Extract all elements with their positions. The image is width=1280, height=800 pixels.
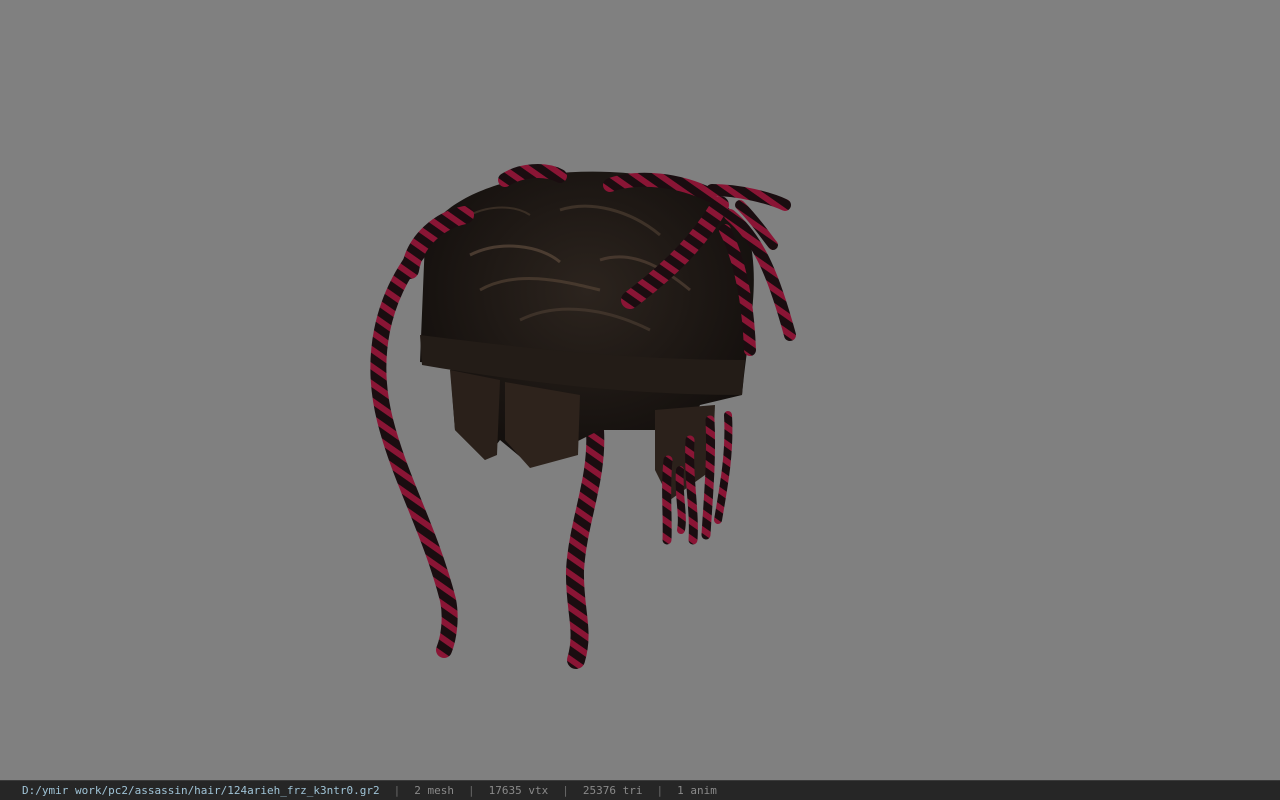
status-bar: D:/ymir work/pc2/assassin/hair/124arieh_… <box>0 780 1280 800</box>
3d-viewport[interactable] <box>0 0 1280 780</box>
hair-model-render[interactable] <box>0 0 1280 780</box>
separator: | <box>468 784 475 797</box>
separator: | <box>656 784 664 797</box>
vertex-count: 17635 vtx <box>488 784 549 797</box>
mesh-count: 2 mesh <box>414 784 454 797</box>
file-path: D:/ymir work/pc2/assassin/hair/124arieh_… <box>22 784 380 797</box>
separator: | <box>393 784 401 797</box>
triangle-count: 25376 tri <box>582 784 643 797</box>
separator: | <box>562 784 569 797</box>
anim-count: 1 anim <box>677 784 717 797</box>
